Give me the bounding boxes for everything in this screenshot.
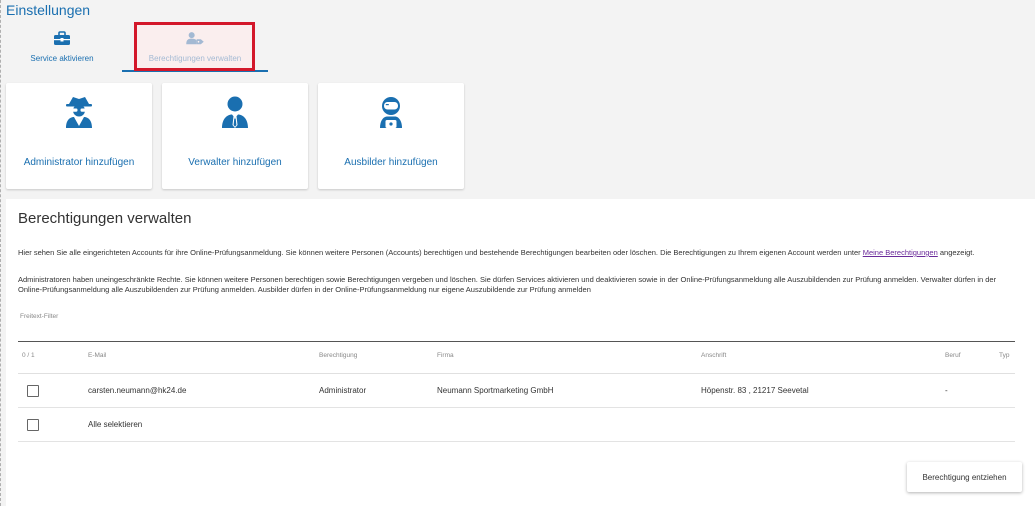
select-all-label: Alle selektieren	[88, 420, 143, 429]
tab-service-aktivieren[interactable]: Service aktivieren	[14, 26, 110, 72]
col-address[interactable]: Anschrift	[701, 352, 726, 359]
row-checkbox[interactable]	[27, 385, 39, 397]
user-tie-icon	[222, 96, 248, 128]
tab-permissions-label: Berechtigungen verwalten	[148, 54, 242, 63]
tab-service-label: Service aktivieren	[30, 54, 94, 63]
select-all-row[interactable]: Alle selektieren	[18, 408, 1015, 442]
add-verwalter-card[interactable]: Verwalter hinzufügen	[162, 83, 308, 189]
description-text: Hier sehen Sie alle eingerichteten Accou…	[18, 248, 863, 257]
add-ausbilder-label: Ausbilder hinzufügen	[344, 157, 438, 168]
row-email: carsten.neumann@hk24.de	[88, 386, 187, 395]
row-profession: -	[945, 386, 948, 395]
user-astronaut-icon	[380, 97, 402, 128]
permissions-table: 0 / 1 E-Mail Berechtigung Firma Anschrif…	[18, 341, 1015, 442]
toolbox-icon	[54, 31, 70, 45]
freitext-filter-input[interactable]: Freitext-Filter	[20, 313, 58, 320]
left-dashed-border	[0, 0, 1, 506]
select-all-checkbox[interactable]	[27, 419, 39, 431]
table-row[interactable]: carsten.neumann@hk24.de Administrator Ne…	[18, 374, 1015, 408]
panel-title: Berechtigungen verwalten	[18, 210, 192, 227]
permissions-panel: Berechtigungen verwalten Hier sehen Sie …	[6, 199, 1035, 506]
col-email[interactable]: E-Mail	[88, 352, 106, 359]
revoke-permission-button[interactable]: Berechtigung entziehen	[907, 462, 1022, 492]
tab-bar: Service aktivieren Berechtigungen verwal…	[0, 26, 300, 72]
roles-description: Administratoren haben uneingeschränkte R…	[18, 275, 997, 294]
table-header: 0 / 1 E-Mail Berechtigung Firma Anschrif…	[18, 341, 1015, 374]
col-profession[interactable]: Beruf	[945, 352, 961, 359]
row-company: Neumann Sportmarketing GmbH	[437, 386, 554, 395]
meine-berechtigungen-link[interactable]: Meine Berechtigungen	[863, 248, 938, 257]
col-permission[interactable]: Berechtigung	[319, 352, 357, 359]
description-tail: angezeigt.	[937, 248, 975, 257]
user-secret-icon	[66, 97, 92, 128]
add-administrator-label: Administrator hinzufügen	[23, 157, 135, 168]
tab-berechtigungen-verwalten[interactable]: Berechtigungen verwalten	[122, 26, 268, 72]
page-title: Einstellungen	[6, 2, 91, 18]
col-type[interactable]: Typ	[999, 352, 1009, 359]
row-permission: Administrator	[319, 386, 367, 395]
row-address: Höpenstr. 83 , 21217 Seevetal	[701, 386, 809, 395]
add-verwalter-label: Verwalter hinzufügen	[188, 157, 282, 168]
add-ausbilder-card[interactable]: Ausbilder hinzufügen	[318, 83, 464, 189]
user-tag-icon	[186, 32, 204, 45]
add-administrator-card[interactable]: Administrator hinzufügen	[6, 83, 152, 189]
panel-description: Hier sehen Sie alle eingerichteten Accou…	[18, 248, 1018, 258]
col-company[interactable]: Firma	[437, 352, 454, 359]
col-selection-count: 0 / 1	[22, 352, 35, 359]
